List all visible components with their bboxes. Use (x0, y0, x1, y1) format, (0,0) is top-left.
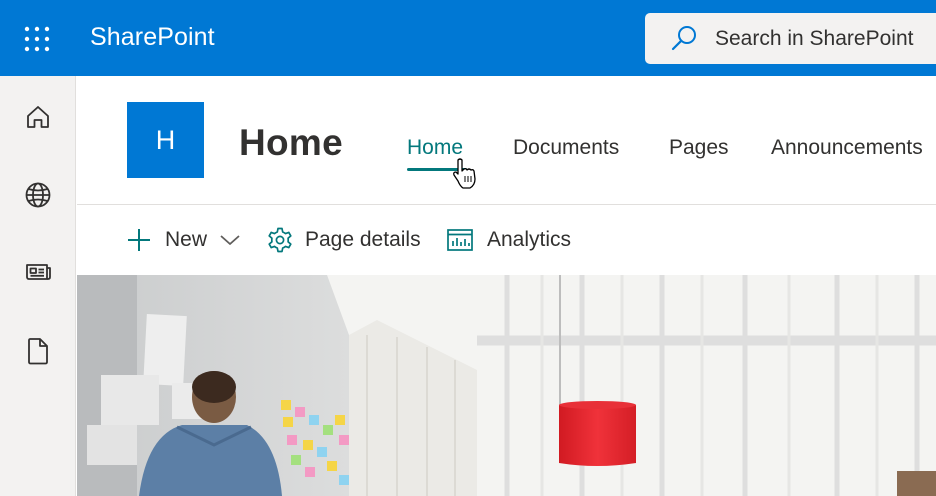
site-title[interactable]: Home (239, 122, 343, 164)
nav-item-documents[interactable]: Documents (513, 136, 619, 160)
app-launcher-button[interactable] (16, 18, 58, 60)
office-photo (77, 275, 936, 496)
home-icon (27, 106, 49, 128)
nav-item-pages[interactable]: Pages (669, 136, 729, 160)
globe-icon (25, 182, 51, 208)
app-bar-files[interactable] (16, 329, 60, 373)
site-logo[interactable]: H (127, 102, 204, 178)
app-bar-home[interactable] (16, 95, 60, 139)
analytics-icon (447, 229, 473, 251)
page-details-label: Page details (305, 228, 421, 251)
command-bar: New Page details Analytics (77, 205, 936, 275)
new-button-label: New (165, 228, 208, 251)
app-bar-sites[interactable] (16, 173, 60, 217)
page-details-button[interactable]: Page details (266, 226, 421, 254)
document-icon (28, 338, 48, 365)
nav-item-home[interactable]: Home (407, 136, 463, 160)
app-bar-news[interactable] (16, 250, 60, 294)
news-icon (26, 264, 51, 280)
analytics-label: Analytics (487, 228, 572, 251)
waffle-icon (24, 26, 50, 52)
nav-item-announcements[interactable]: Announcements (771, 136, 923, 160)
search-icon (669, 24, 699, 54)
plus-icon (128, 229, 150, 251)
search-box[interactable]: Search in SharePoint (645, 13, 936, 64)
app-bar (0, 76, 76, 496)
analytics-button[interactable]: Analytics (446, 226, 571, 254)
search-placeholder: Search in SharePoint (715, 26, 914, 50)
new-button[interactable]: New (126, 226, 241, 254)
mouse-cursor-icon (453, 158, 476, 189)
gear-icon (268, 227, 292, 253)
app-name-link[interactable]: SharePoint (90, 23, 215, 52)
suite-bar: SharePoint Search in SharePoint (0, 0, 936, 76)
chevron-down-icon (220, 235, 240, 245)
active-nav-indicator (407, 168, 467, 171)
hero-image (77, 275, 936, 496)
